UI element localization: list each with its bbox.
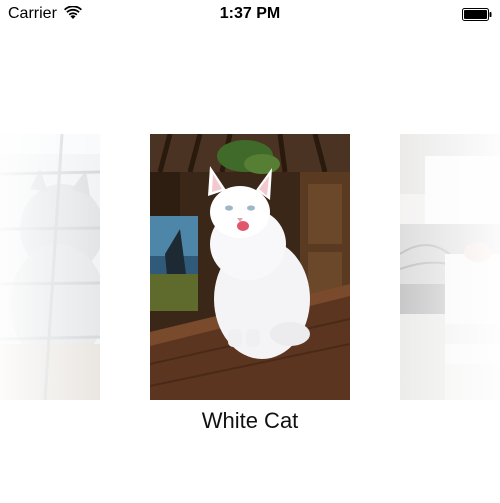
carousel-fade-left bbox=[0, 134, 100, 400]
carousel-item-current[interactable] bbox=[150, 134, 350, 400]
white-cat-photo bbox=[150, 134, 350, 400]
image-carousel[interactable]: bits White Cat Pi bbox=[0, 0, 500, 503]
carousel-fade-right bbox=[400, 134, 500, 400]
carousel-caption-current: White Cat bbox=[201, 408, 299, 433]
